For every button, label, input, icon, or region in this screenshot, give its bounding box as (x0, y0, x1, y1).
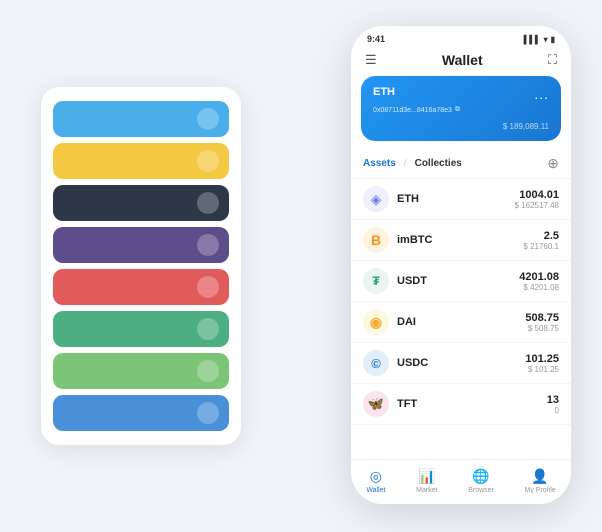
eth-address: 0x08711d3e...8416a78e3 ⧉ (373, 106, 549, 114)
token-amounts: 13 0 (547, 394, 559, 415)
token-name: imBTC (397, 234, 523, 246)
nav-label-profile: My Profile (525, 487, 556, 494)
list-item[interactable] (53, 185, 229, 221)
phone-header: ☰ Wallet ⛶ (351, 48, 571, 76)
token-name: USDT (397, 275, 519, 287)
tab-assets[interactable]: Assets (363, 158, 396, 169)
status-time: 9:41 (367, 34, 385, 44)
copy-icon[interactable]: ⧉ (455, 106, 460, 114)
add-asset-button[interactable]: ⊕ (547, 155, 559, 172)
nav-item-wallet[interactable]: ◎ Wallet (366, 468, 385, 494)
market-icon: 📊 (418, 468, 435, 485)
list-item[interactable] (53, 311, 229, 347)
token-list: ◈ ETH 1004.01 $ 162517.48 B imBTC 2.5 $ … (351, 179, 571, 459)
dai-token-icon: ◉ (363, 309, 389, 335)
list-item[interactable] (53, 101, 229, 137)
token-usd: $ 162517.48 (515, 201, 560, 210)
list-item[interactable] (53, 269, 229, 305)
token-usd: $ 4201.08 (519, 283, 559, 292)
eth-token-icon: ◈ (363, 186, 389, 212)
menu-icon[interactable]: ☰ (365, 52, 377, 68)
usdt-token-icon: ₮ (363, 268, 389, 294)
nav-label-wallet: Wallet (366, 487, 385, 494)
eth-label: ETH (373, 86, 395, 98)
expand-icon[interactable]: ⛶ (548, 52, 557, 68)
token-name: TFT (397, 398, 547, 410)
card-dot (197, 150, 219, 172)
table-row[interactable]: ₮ USDT 4201.08 $ 4201.08 (351, 261, 571, 302)
card-dot (197, 402, 219, 424)
browser-icon: 🌐 (472, 468, 489, 485)
nav-label-browser: Browser (468, 487, 494, 494)
usdc-token-icon: © (363, 350, 389, 376)
scene: 9:41 ▌▌▌ ▾ ▮ ☰ Wallet ⛶ ETH ... 0x08711d… (21, 16, 581, 516)
token-amount: 2.5 (523, 230, 559, 242)
token-name: DAI (397, 316, 525, 328)
token-name: ETH (397, 193, 515, 205)
eth-balance: 189,089.11 (510, 122, 549, 131)
token-usd: $ 508.75 (525, 324, 559, 333)
card-stack (41, 87, 241, 445)
token-amount: 508.75 (525, 312, 559, 324)
assets-tabs: Assets / Collecties (363, 158, 462, 169)
nav-item-market[interactable]: 📊 Market (416, 468, 437, 494)
page-title: Wallet (442, 52, 483, 68)
nav-item-browser[interactable]: 🌐 Browser (468, 468, 494, 494)
card-dot (197, 360, 219, 382)
table-row[interactable]: ◉ DAI 508.75 $ 508.75 (351, 302, 571, 343)
tab-collecties[interactable]: Collecties (415, 158, 462, 169)
token-usd: $ 21760.1 (523, 242, 559, 251)
list-item[interactable] (53, 227, 229, 263)
table-row[interactable]: B imBTC 2.5 $ 21760.1 (351, 220, 571, 261)
status-icons: ▌▌▌ ▾ ▮ (524, 35, 555, 44)
battery-icon: ▮ (551, 35, 555, 44)
nav-item-profile[interactable]: 👤 My Profile (525, 468, 556, 494)
eth-more-button[interactable]: ... (534, 86, 549, 102)
token-amounts: 4201.08 $ 4201.08 (519, 271, 559, 292)
bottom-nav: ◎ Wallet 📊 Market 🌐 Browser 👤 My Profile (351, 459, 571, 504)
eth-balance-label: $ 189,089.11 (373, 122, 549, 131)
card-dot (197, 108, 219, 130)
token-amount: 4201.08 (519, 271, 559, 283)
eth-card-top: ETH ... (373, 86, 549, 102)
token-amounts: 101.25 $ 101.25 (525, 353, 559, 374)
wallet-icon: ◎ (370, 468, 382, 485)
list-item[interactable] (53, 395, 229, 431)
tab-divider: / (404, 158, 407, 169)
list-item[interactable] (53, 143, 229, 179)
card-dot (197, 192, 219, 214)
table-row[interactable]: 🦋 TFT 13 0 (351, 384, 571, 425)
token-usd: 0 (547, 406, 559, 415)
profile-icon: 👤 (531, 468, 548, 485)
status-bar: 9:41 ▌▌▌ ▾ ▮ (351, 26, 571, 48)
token-name: USDC (397, 357, 525, 369)
nav-label-market: Market (416, 487, 437, 494)
eth-card[interactable]: ETH ... 0x08711d3e...8416a78e3 ⧉ $ 189,0… (361, 76, 561, 141)
token-amount: 13 (547, 394, 559, 406)
phone-mockup: 9:41 ▌▌▌ ▾ ▮ ☰ Wallet ⛶ ETH ... 0x08711d… (351, 26, 571, 504)
tft-token-icon: 🦋 (363, 391, 389, 417)
assets-header: Assets / Collecties ⊕ (351, 151, 571, 179)
card-dot (197, 234, 219, 256)
token-amounts: 508.75 $ 508.75 (525, 312, 559, 333)
token-amounts: 1004.01 $ 162517.48 (515, 189, 560, 210)
table-row[interactable]: © USDC 101.25 $ 101.25 (351, 343, 571, 384)
card-dot (197, 318, 219, 340)
signal-icon: ▌▌▌ (524, 35, 541, 44)
card-dot (197, 276, 219, 298)
imbtc-token-icon: B (363, 227, 389, 253)
wifi-icon: ▾ (544, 35, 548, 44)
token-usd: $ 101.25 (525, 365, 559, 374)
token-amount: 1004.01 (515, 189, 560, 201)
table-row[interactable]: ◈ ETH 1004.01 $ 162517.48 (351, 179, 571, 220)
list-item[interactable] (53, 353, 229, 389)
token-amounts: 2.5 $ 21760.1 (523, 230, 559, 251)
token-amount: 101.25 (525, 353, 559, 365)
